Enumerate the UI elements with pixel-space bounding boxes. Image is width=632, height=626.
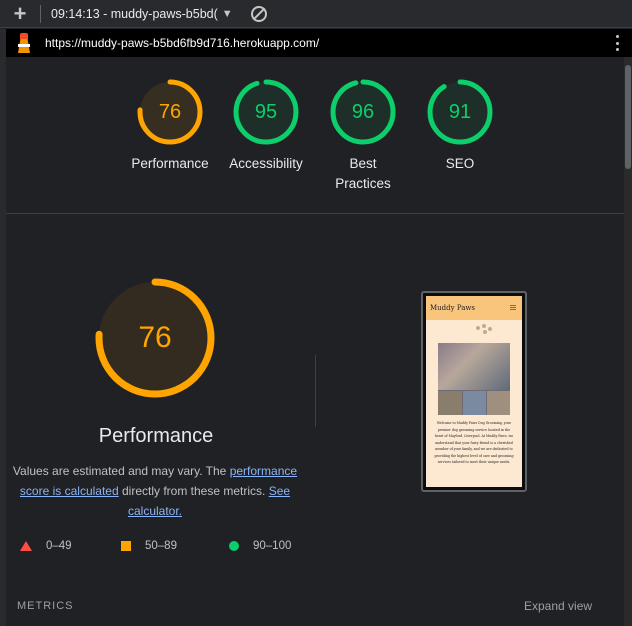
clear-block-icon[interactable]: [250, 5, 267, 22]
average-square-icon: [121, 541, 131, 551]
fail-triangle-icon: [20, 541, 32, 551]
final-screenshot[interactable]: Muddy Paws Welcome to Muddy Paws Dog Gro…: [421, 291, 527, 492]
legend-label: 50–89: [145, 540, 177, 552]
screenshot-site-title: Muddy Paws: [430, 304, 475, 312]
report-selector[interactable]: 09:14:13 - muddy-paws-b5bd(: [51, 7, 218, 21]
hamburger-menu-icon: [510, 305, 516, 310]
desc-text-1: Values are estimated and may vary. The: [12, 464, 227, 478]
gauge-score: 96: [351, 100, 375, 123]
legend-average: 50–89: [121, 540, 177, 552]
desc-text-2: directly from these metrics.: [121, 484, 266, 498]
paw-prints-icon: [476, 324, 496, 334]
toolbar-divider: [40, 4, 41, 23]
gauge-best-practices[interactable]: 96 Best Practices: [313, 78, 413, 194]
legend-label: 0–49: [46, 540, 72, 552]
gauge-score: 91: [448, 100, 472, 123]
gauge-score: 95: [254, 100, 278, 123]
report-url-bar: https://muddy-paws-b5bd6fb9d716.herokuap…: [6, 29, 632, 57]
performance-score: 76: [138, 321, 172, 354]
gauge-score: 76: [158, 100, 182, 123]
performance-main-gauge: 76: [94, 277, 216, 399]
metrics-heading: METRICS: [17, 600, 74, 612]
gauge-label: Best Practices: [335, 156, 391, 191]
gauge-seo[interactable]: 91 SEO: [410, 78, 510, 174]
gauge-accessibility[interactable]: 95 Accessibility: [216, 78, 316, 174]
gauge-label: Accessibility: [229, 156, 303, 171]
screenshot-page: Muddy Paws Welcome to Muddy Paws Dog Gro…: [426, 296, 522, 487]
report-url[interactable]: https://muddy-paws-b5bd6fb9d716.herokuap…: [45, 36, 319, 50]
gauge-label: Performance: [131, 156, 209, 171]
gauge-label: SEO: [445, 156, 475, 171]
scrollbar[interactable]: [624, 57, 632, 626]
performance-title: Performance: [98, 425, 214, 447]
section-divider: [6, 213, 624, 214]
legend-label: 90–100: [253, 540, 292, 552]
gauge-performance[interactable]: 76 Performance: [120, 78, 220, 174]
left-panel-strip: [0, 29, 6, 626]
grooming-photo-collage: [438, 343, 510, 415]
expand-view-button[interactable]: Expand view: [524, 599, 592, 613]
vertical-separator: [315, 355, 316, 427]
pass-circle-icon: [229, 541, 239, 551]
devtools-top-bar: + 09:14:13 - muddy-paws-b5bd( ▼: [0, 0, 632, 28]
legend-pass: 90–100: [229, 540, 291, 552]
more-options-icon[interactable]: [616, 35, 620, 51]
performance-description: Values are estimated and may vary. The p…: [10, 461, 300, 521]
lighthouse-logo-icon: [15, 33, 33, 53]
dropdown-caret-icon[interactable]: ▼: [222, 8, 233, 20]
scrollbar-thumb[interactable]: [625, 65, 631, 169]
screenshot-header: Muddy Paws: [426, 296, 522, 320]
new-tab-plus-icon[interactable]: +: [0, 0, 40, 28]
screenshot-body-text: Welcome to Muddy Paws Dog Grooming, your…: [434, 421, 514, 464]
legend-fail: 0–49: [20, 540, 72, 552]
